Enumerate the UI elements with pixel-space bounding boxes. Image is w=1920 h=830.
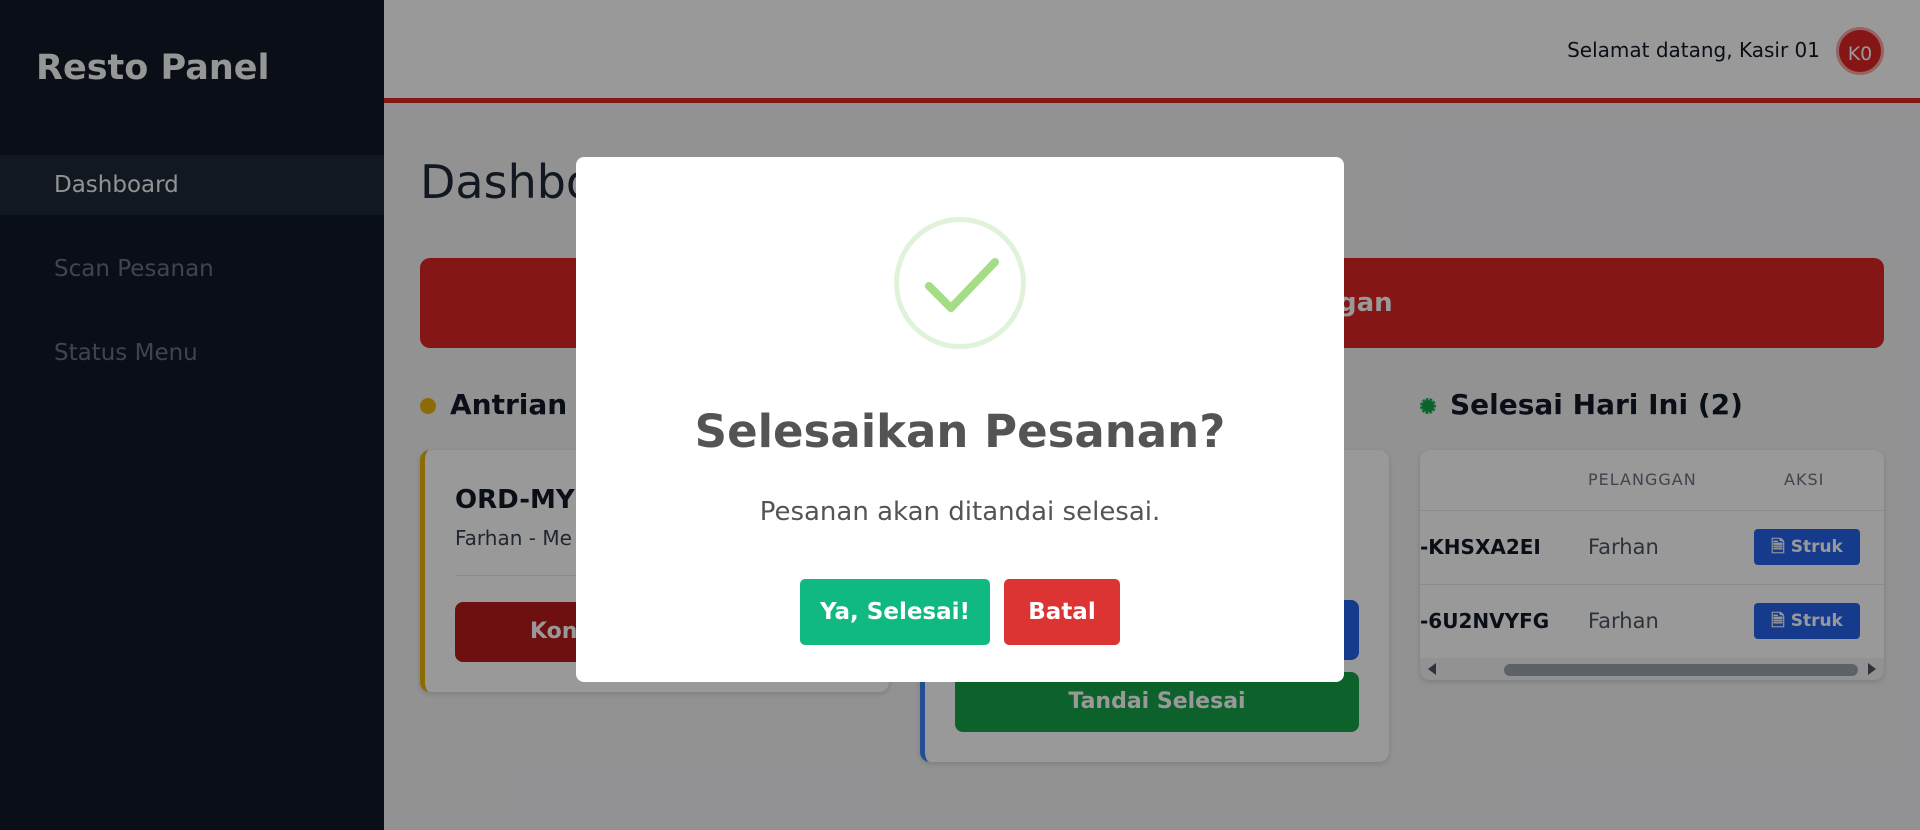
dialog-text: Pesanan akan ditandai selesai. [759, 497, 1161, 527]
dialog-title: Selesaikan Pesanan? [694, 405, 1226, 458]
check-icon [925, 258, 999, 312]
confirm-dialog: Selesaikan Pesanan? Pesanan akan ditanda… [576, 157, 1344, 682]
cancel-button[interactable]: Batal [1004, 579, 1120, 645]
success-circle [894, 217, 1026, 349]
confirm-button[interactable]: Ya, Selesai! [800, 579, 990, 645]
